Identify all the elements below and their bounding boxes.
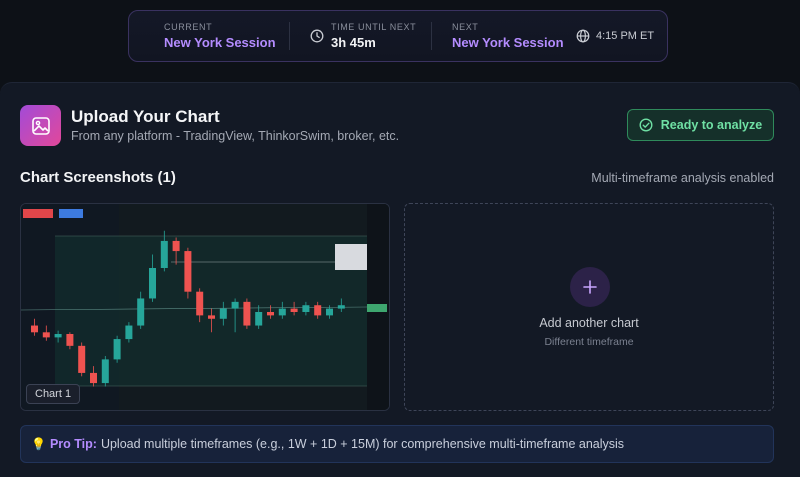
ready-label: Ready to analyze — [660, 118, 763, 132]
candle-body — [208, 315, 215, 319]
ready-to-analyze-button[interactable]: Ready to analyze — [627, 109, 774, 141]
candle-body — [184, 251, 192, 292]
candle-body — [101, 359, 109, 384]
candle-body — [113, 339, 121, 360]
time-until-next-value: 3h 45m — [331, 35, 376, 50]
pro-tip-label: Pro Tip: — [49, 437, 97, 451]
upload-title: Upload Your Chart — [71, 107, 220, 126]
candle-body — [196, 291, 204, 316]
time-until-next: TIME UNTIL NEXT 3h 45m — [331, 22, 431, 50]
next-session: NEXT New York Session — [452, 22, 576, 50]
current-session: CURRENT New York Session — [164, 22, 289, 50]
candle-body — [172, 240, 180, 252]
candle-body — [149, 268, 156, 299]
candle-body — [278, 308, 286, 316]
divider — [289, 22, 290, 50]
candle-body — [255, 312, 263, 326]
next-session-value: New York Session — [452, 35, 564, 50]
candle-body — [42, 332, 50, 338]
check-circle-icon — [639, 118, 653, 132]
candle-body — [78, 345, 86, 373]
upload-card: Upload Your Chart From any platform - Tr… — [0, 82, 800, 477]
candle-body — [31, 325, 38, 333]
plus-icon — [570, 267, 610, 307]
candle-body — [219, 308, 227, 319]
divider — [431, 22, 432, 50]
add-chart-dropzone[interactable]: Add another chart Different timeframe — [404, 203, 774, 411]
candle-body — [243, 301, 251, 326]
candle-body — [337, 305, 345, 309]
candle-body — [54, 334, 62, 338]
next-session-label: NEXT — [452, 22, 479, 32]
add-chart-title: Add another chart — [539, 316, 639, 330]
candle-body — [125, 325, 133, 340]
clock-icon — [310, 29, 324, 43]
candle-body — [267, 312, 274, 316]
add-chart-subtitle: Different timeframe — [544, 336, 634, 348]
pro-tip-text: Upload multiple timeframes (e.g., 1W + 1… — [100, 437, 625, 451]
chart-thumbnail-image — [21, 204, 389, 410]
multi-timeframe-status: Multi-timeframe analysis enabled — [591, 171, 774, 185]
globe-icon — [576, 29, 590, 43]
chart-label: Chart 1 — [26, 384, 81, 404]
lightbulb-icon: 💡 — [31, 437, 46, 451]
current-session-value: New York Session — [164, 35, 276, 50]
candle-body — [137, 298, 145, 326]
candle-body — [66, 334, 74, 346]
et-time: 4:15 PM ET — [596, 30, 655, 42]
session-bar: CURRENT New York Session TIME UNTIL NEXT… — [128, 10, 668, 62]
candle-body — [290, 308, 298, 312]
candle-body — [231, 301, 239, 309]
image-icon — [20, 105, 61, 146]
pro-tip: 💡 Pro Tip: Upload multiple timeframes (e… — [20, 425, 774, 463]
candle-body — [314, 305, 322, 316]
candle-body — [302, 305, 310, 312]
candle-body — [90, 372, 97, 384]
candle-body — [326, 308, 333, 316]
candle-body — [160, 240, 168, 268]
chart-thumbnail[interactable]: Chart 1 — [20, 203, 390, 411]
upload-subtitle: From any platform - TradingView, Thinkor… — [71, 129, 400, 143]
screenshots-title: Chart Screenshots (1) — [20, 169, 176, 186]
current-session-label: CURRENT — [164, 22, 213, 32]
time-until-next-label: TIME UNTIL NEXT — [331, 22, 417, 32]
